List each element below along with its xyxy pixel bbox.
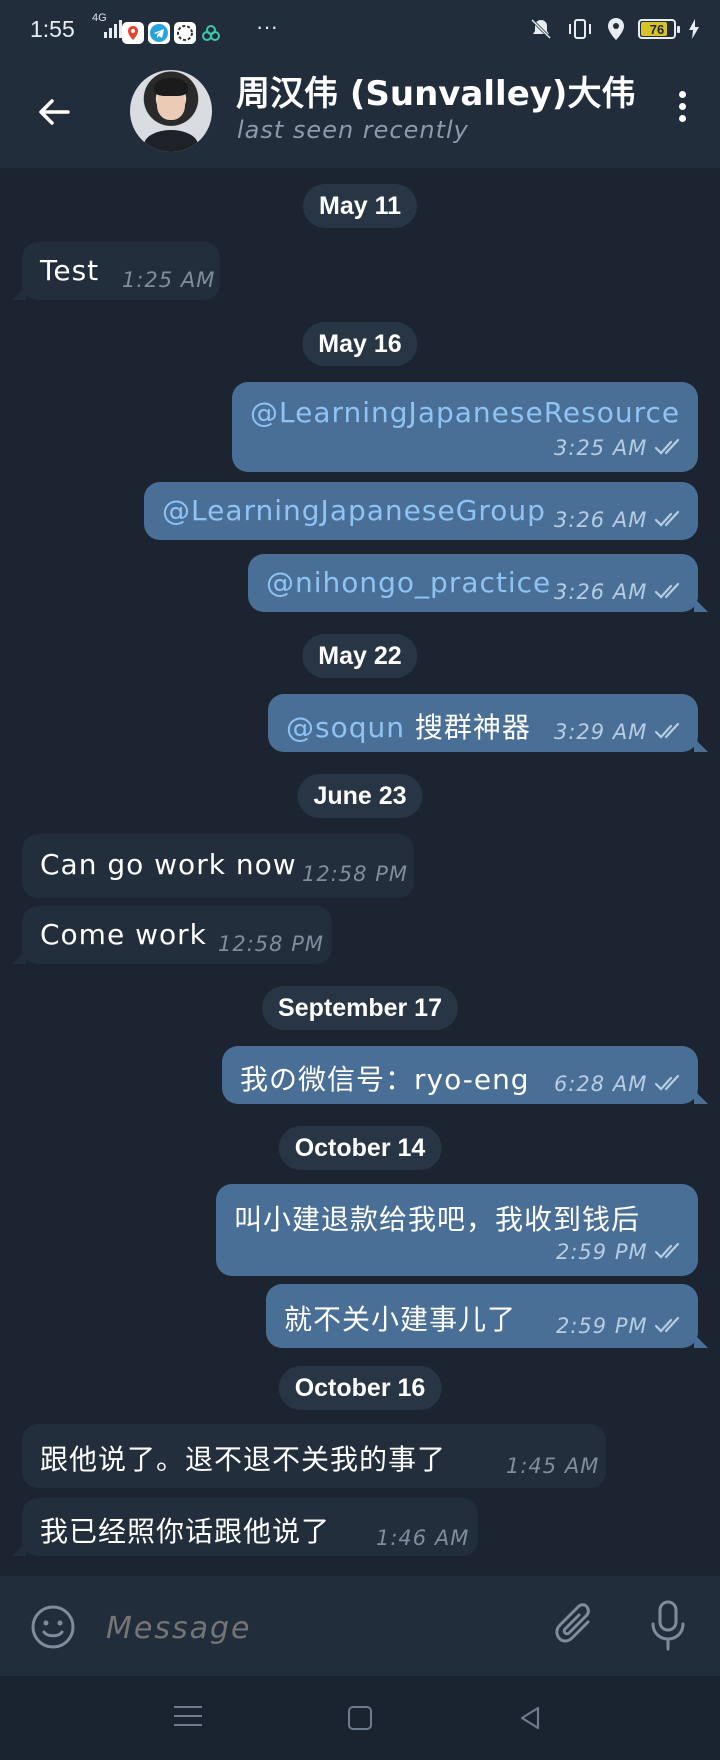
more-notifications-icon: ···	[256, 14, 278, 39]
message-bubble[interactable]: Test 1:25 AM	[12, 242, 220, 300]
message-text: 就不关小建事儿了	[284, 1303, 517, 1336]
message-time: 1:25 AM	[122, 268, 216, 292]
message-input[interactable]	[106, 1606, 526, 1650]
mention-link[interactable]: @LearningJapaneseResource	[250, 396, 680, 429]
message-time: 3:26 AM	[554, 580, 648, 604]
message-text: @soqun 搜群神器	[286, 706, 531, 746]
message-time: 3:25 AM	[554, 436, 648, 460]
message-bubble[interactable]: 我已经照你话跟他说了 1:46 AM	[12, 1498, 478, 1556]
message-bubble[interactable]: 叫小建退款给我吧，我收到钱后 2:59 PM	[216, 1184, 698, 1276]
date-separator: June 23	[297, 774, 423, 818]
location-icon	[608, 18, 624, 40]
message-bubble[interactable]: 就不关小建事儿了 2:59 PM	[266, 1284, 708, 1348]
message-bubble[interactable]: @LearningJapaneseGroup 3:26 AM	[144, 482, 698, 540]
more-options-icon[interactable]	[674, 86, 690, 134]
signal-icon	[104, 20, 122, 38]
message-bubble[interactable]: 跟他说了。退不退不关我的事了 1:45 AM	[22, 1424, 606, 1488]
message-time: 2:59 PM	[556, 1314, 648, 1338]
message-text: 叫小建退款给我吧，我收到钱后	[234, 1203, 641, 1236]
read-checkmarks-icon	[654, 1074, 680, 1091]
maps-icon	[122, 22, 144, 44]
message-text: 我已经照你话跟他说了	[40, 1515, 331, 1548]
charging-icon	[689, 19, 699, 39]
avatar[interactable]	[130, 70, 212, 152]
message-time: 12:58 PM	[302, 862, 408, 886]
date-separator: May 11	[302, 184, 418, 228]
chat-title[interactable]: 周汉伟 (Sunvalley)大伟	[236, 66, 635, 115]
read-checkmarks-icon	[654, 1242, 680, 1259]
message-bubble[interactable]: @soqun 搜群神器 3:29 AM	[268, 694, 708, 752]
chat-header: 周汉伟 (Sunvalley)大伟 last seen recently	[0, 56, 720, 168]
read-checkmarks-icon	[654, 510, 680, 527]
message-time: 12:58 PM	[218, 932, 324, 956]
battery-icon: 76	[638, 19, 680, 39]
message-text: Come work	[40, 918, 207, 951]
date-separator: October 16	[278, 1366, 442, 1410]
status-bar: 1:55 4G ··· 76	[0, 0, 720, 56]
message-list[interactable]: May 11 Test 1:25 AM May 16 @LearningJapa…	[0, 168, 720, 1578]
date-separator: October 14	[278, 1126, 442, 1170]
status-time: 1:55	[30, 16, 75, 42]
emoji-icon[interactable]	[30, 1604, 76, 1650]
date-separator: May 22	[302, 634, 418, 678]
telegram-icon	[148, 22, 170, 44]
read-checkmarks-icon	[654, 722, 680, 739]
message-text-body: 搜群神器	[404, 711, 531, 744]
message-time: 2:59 PM	[556, 1240, 648, 1264]
message-bubble[interactable]: Can go work now 12:58 PM	[22, 834, 414, 898]
message-time: 3:26 AM	[554, 508, 648, 532]
attach-icon[interactable]	[552, 1600, 598, 1652]
back-arrow-icon[interactable]	[34, 92, 74, 132]
link-icon	[200, 22, 222, 44]
read-checkmarks-icon	[654, 438, 680, 455]
message-text: 跟他说了。退不退不关我的事了	[40, 1443, 447, 1476]
last-seen-status: last seen recently	[237, 116, 469, 144]
message-time: 1:45 AM	[506, 1454, 600, 1478]
message-time: 3:29 AM	[554, 720, 648, 744]
message-bubble[interactable]: 我の微信号：ryo-eng 6:28 AM	[222, 1046, 708, 1104]
message-composer	[0, 1576, 720, 1676]
message-time: 6:28 AM	[554, 1072, 648, 1096]
mention-link[interactable]: @soqun	[286, 711, 405, 744]
message-bubble[interactable]: Come work 12:58 PM	[12, 906, 332, 964]
read-checkmarks-icon	[654, 1316, 680, 1333]
recents-icon[interactable]	[174, 1706, 202, 1730]
date-separator: May 16	[302, 322, 418, 366]
home-icon[interactable]	[348, 1706, 372, 1730]
message-text: Can go work now	[40, 848, 297, 881]
message-text: Test	[40, 254, 100, 287]
message-bubble[interactable]: @nihongo_practice 3:26 AM	[248, 554, 708, 612]
date-separator: September 17	[262, 986, 458, 1030]
read-checkmarks-icon	[654, 582, 680, 599]
message-bubble[interactable]: @LearningJapaneseResource 3:25 AM	[232, 382, 698, 472]
nav-back-icon[interactable]	[516, 1704, 544, 1732]
mention-link[interactable]: @LearningJapaneseGroup	[162, 494, 546, 527]
message-text: 我の微信号：ryo-eng	[240, 1063, 530, 1096]
mention-link[interactable]: @nihongo_practice	[266, 566, 551, 599]
signal-app-icon	[174, 22, 196, 44]
system-nav-bar	[0, 1676, 720, 1760]
message-time: 1:46 AM	[376, 1526, 470, 1550]
vibrate-mute-icon	[530, 18, 552, 40]
vibrate-icon	[569, 19, 591, 39]
microphone-icon[interactable]	[648, 1598, 688, 1654]
